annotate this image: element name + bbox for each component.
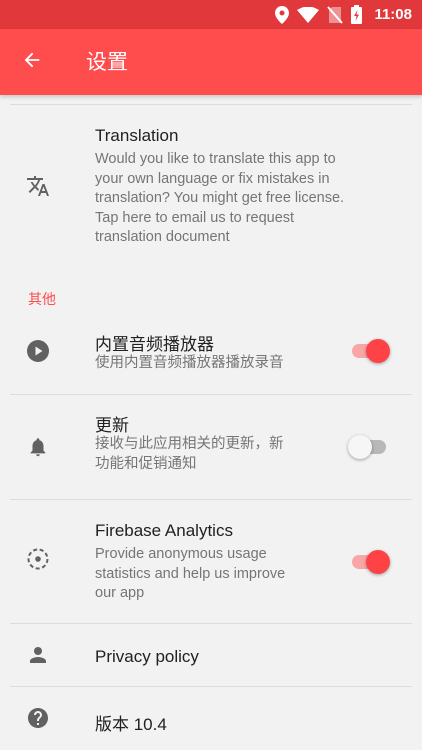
back-button[interactable]: [16, 46, 48, 78]
translation-line: Would you like to translate this app to: [95, 151, 336, 167]
analytics-title: Firebase Analytics: [95, 521, 233, 540]
section-header-other: 其他: [28, 292, 56, 308]
updates-title: 更新: [95, 416, 129, 435]
updates-description: 接收与此应用相关的更新，新 功能和促销通知: [95, 435, 284, 474]
builtin-player-item[interactable]: 内置音频播放器 使用内置音频播放器播放录音: [0, 317, 422, 393]
analytics-description: Provide anonymous usage statistics and h…: [95, 545, 285, 604]
translation-line: Tap here to email us to request: [95, 209, 295, 226]
app-bar: 设置: [0, 29, 422, 95]
bell-icon: [26, 435, 50, 459]
builtin-player-description: 使用内置音频播放器播放录音: [95, 355, 284, 371]
switch-thumb: [366, 550, 390, 574]
translation-line: translation? You might get free license.: [95, 190, 345, 206]
updates-item[interactable]: 更新 接收与此应用相关的更新，新 功能和促销通知: [0, 395, 422, 499]
privacy-policy-title: Privacy policy: [95, 647, 199, 666]
location-icon: [275, 5, 290, 24]
battery-charging-icon: [351, 5, 363, 24]
translation-line: translation document: [95, 229, 230, 245]
analytics-switch[interactable]: [350, 544, 390, 580]
version-title: 版本 10.4: [95, 715, 167, 734]
version-item[interactable]: 版本 10.4: [0, 687, 422, 749]
person-icon: [26, 643, 50, 667]
analytics-line: statistics and help us improve: [95, 565, 286, 582]
privacy-policy-item[interactable]: Privacy policy: [0, 624, 422, 686]
builtin-player-switch[interactable]: [350, 333, 390, 369]
divider: [10, 104, 412, 105]
help-circle-icon: [26, 706, 50, 730]
switch-thumb: [348, 435, 372, 459]
translation-description: Would you like to translate this app to …: [95, 150, 344, 248]
play-circle-icon: [26, 339, 50, 363]
settings-list[interactable]: Translation Would you like to translate …: [0, 95, 422, 750]
status-bar: 11:08: [0, 0, 422, 29]
updates-line: 接收与此应用相关的更新，新: [95, 436, 284, 452]
switch-thumb: [366, 339, 390, 363]
translation-title: Translation: [95, 126, 179, 145]
translation-line: your own language or fix mistakes in: [95, 170, 330, 187]
translation-item[interactable]: Translation Would you like to translate …: [0, 107, 422, 257]
arrow-left-icon: [21, 49, 43, 75]
analytics-item[interactable]: Firebase Analytics Provide anonymous usa…: [0, 500, 422, 623]
wifi-icon: [297, 6, 320, 23]
builtin-player-title: 内置音频播放器: [95, 335, 214, 354]
translate-icon: [26, 174, 50, 198]
analytics-line: our app: [95, 585, 145, 601]
no-sim-icon: [327, 5, 344, 24]
analytics-dashed-circle-icon: [26, 547, 50, 571]
page-title: 设置: [86, 50, 128, 74]
status-icons: 11:08: [275, 0, 412, 29]
updates-line: 功能和促销通知: [95, 455, 197, 472]
updates-switch[interactable]: [348, 429, 390, 465]
status-time: 11:08: [374, 6, 412, 23]
analytics-line: Provide anonymous usage: [95, 546, 267, 562]
